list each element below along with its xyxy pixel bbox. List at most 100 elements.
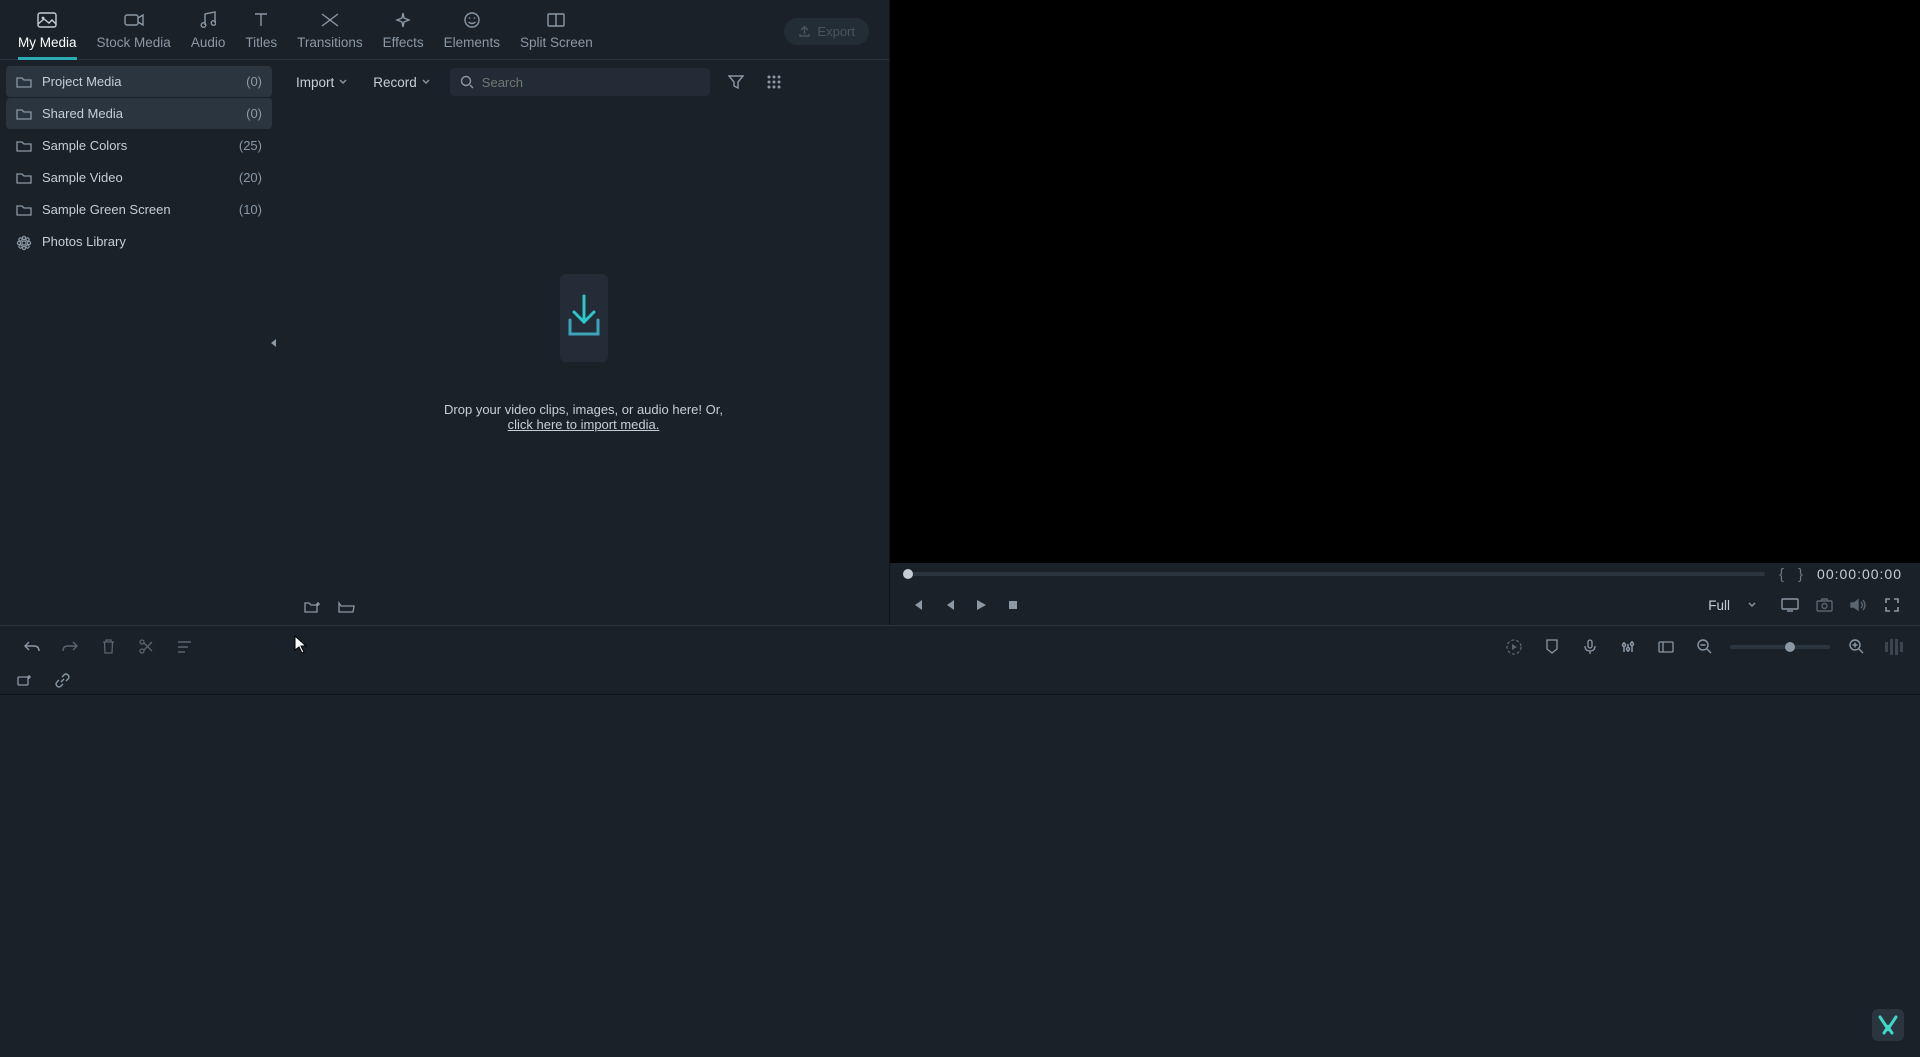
timeline-options-bar: [0, 667, 1920, 695]
chevron-down-icon: [339, 79, 347, 85]
zoom-slider[interactable]: [1730, 645, 1830, 649]
preview-panel: { } 00:00:00:00 Full: [890, 0, 1920, 625]
preview-timecode: 00:00:00:00: [1817, 566, 1902, 582]
media-drop-area[interactable]: Drop your video clips, images, or audio …: [278, 104, 889, 589]
folder-icon: [16, 171, 32, 185]
tab-label: Elements: [444, 35, 500, 50]
upload-icon: [798, 25, 811, 38]
export-button[interactable]: Export: [784, 18, 869, 45]
mark-out-button[interactable]: }: [1798, 566, 1803, 583]
mark-in-button[interactable]: {: [1779, 566, 1784, 583]
zoom-fit-button[interactable]: [1882, 635, 1906, 659]
preview-scrubber[interactable]: [908, 572, 1765, 576]
sidebar-item-label: Photos Library: [42, 234, 262, 249]
text-icon: [251, 10, 271, 30]
split-button[interactable]: [134, 635, 158, 659]
open-folder-button[interactable]: [334, 595, 358, 619]
sidebar-item-project-media[interactable]: Project Media (0): [6, 66, 272, 97]
search-input[interactable]: [482, 75, 700, 90]
step-forward-button[interactable]: [940, 596, 958, 614]
edit-menu-button[interactable]: [172, 635, 196, 659]
record-label: Record: [373, 75, 417, 90]
tab-transitions[interactable]: Transitions: [287, 1, 373, 59]
grid-view-button[interactable]: [762, 70, 786, 94]
flower-icon: [16, 235, 32, 249]
search-box[interactable]: [450, 68, 710, 96]
chevron-down-icon: [422, 79, 430, 85]
play-button[interactable]: [972, 596, 990, 614]
sidebar-item-count: (0): [246, 74, 262, 89]
display-mode-button[interactable]: [1780, 595, 1800, 615]
export-label: Export: [817, 24, 855, 39]
tab-titles[interactable]: Titles: [235, 1, 287, 59]
tab-elements[interactable]: Elements: [434, 1, 510, 59]
tab-stock-media[interactable]: Stock Media: [87, 1, 181, 59]
import-icon: [560, 274, 608, 362]
fullscreen-button[interactable]: [1882, 595, 1902, 615]
marker-button[interactable]: [1540, 635, 1564, 659]
sidebar-item-photos-library[interactable]: Photos Library: [6, 226, 272, 257]
timeline-toolbar: [0, 625, 1920, 667]
chevron-down-icon: [1748, 602, 1756, 608]
preview-viewport[interactable]: [890, 0, 1920, 563]
zoom-out-button[interactable]: [1692, 635, 1716, 659]
sidebar-item-label: Sample Colors: [42, 138, 239, 153]
tab-effects[interactable]: Effects: [373, 1, 434, 59]
music-icon: [198, 10, 218, 30]
step-back-button[interactable]: [908, 596, 926, 614]
search-icon: [460, 75, 474, 89]
sidebar-collapse-handle[interactable]: [268, 331, 278, 355]
undo-button[interactable]: [20, 635, 44, 659]
zoom-thumb[interactable]: [1785, 642, 1795, 652]
sidebar-item-count: (20): [239, 170, 262, 185]
tab-my-media[interactable]: My Media: [8, 1, 87, 59]
import-link[interactable]: click here to import media.: [444, 417, 723, 432]
drop-text: Drop your video clips, images, or audio …: [444, 402, 723, 432]
sidebar-item-label: Project Media: [42, 74, 246, 89]
sidebar-item-sample-green-screen[interactable]: Sample Green Screen (10): [6, 194, 272, 225]
camera-icon: [124, 10, 144, 30]
zoom-in-button[interactable]: [1844, 635, 1868, 659]
sidebar-item-label: Shared Media: [42, 106, 246, 121]
new-folder-button[interactable]: [300, 595, 324, 619]
volume-button[interactable]: [1848, 595, 1868, 615]
keyframe-panel-button[interactable]: [1654, 635, 1678, 659]
delete-button[interactable]: [96, 635, 120, 659]
folder-icon: [16, 139, 32, 153]
voiceover-button[interactable]: [1578, 635, 1602, 659]
link-button[interactable]: [50, 669, 74, 693]
render-preview-button[interactable]: [1502, 635, 1526, 659]
image-icon: [37, 10, 57, 30]
snapshot-button[interactable]: [1814, 595, 1834, 615]
smile-icon: [462, 10, 482, 30]
filter-button[interactable]: [724, 70, 748, 94]
stop-button[interactable]: [1004, 596, 1022, 614]
tab-split-screen[interactable]: Split Screen: [510, 1, 603, 59]
splitscreen-icon: [546, 10, 566, 30]
tab-label: My Media: [18, 35, 77, 50]
sidebar-item-label: Sample Green Screen: [42, 202, 239, 217]
audio-mixer-button[interactable]: [1616, 635, 1640, 659]
sidebar-item-sample-video[interactable]: Sample Video (20): [6, 162, 272, 193]
add-track-button[interactable]: [12, 669, 36, 693]
transition-icon: [320, 10, 340, 30]
sidebar-item-sample-colors[interactable]: Sample Colors (25): [6, 130, 272, 161]
scrubber-thumb[interactable]: [903, 569, 913, 579]
cursor-icon: [294, 635, 308, 655]
redo-button[interactable]: [58, 635, 82, 659]
folder-icon: [16, 107, 32, 121]
tab-label: Effects: [383, 35, 424, 50]
folder-icon: [16, 75, 32, 89]
media-sidebar: Project Media (0) Shared Media (0) Sampl…: [0, 60, 278, 625]
sidebar-item-count: (10): [239, 202, 262, 217]
import-dropdown[interactable]: Import: [290, 71, 353, 94]
record-dropdown[interactable]: Record: [367, 71, 436, 94]
preview-size-dropdown[interactable]: Full: [1708, 598, 1756, 613]
media-bottom-bar: [278, 589, 889, 625]
tab-audio[interactable]: Audio: [181, 1, 236, 59]
sparkle-icon: [393, 10, 413, 30]
tab-label: Audio: [191, 35, 226, 50]
app-badge[interactable]: [1870, 1007, 1906, 1043]
sidebar-item-shared-media[interactable]: Shared Media (0): [6, 98, 272, 129]
sidebar-item-count: (25): [239, 138, 262, 153]
